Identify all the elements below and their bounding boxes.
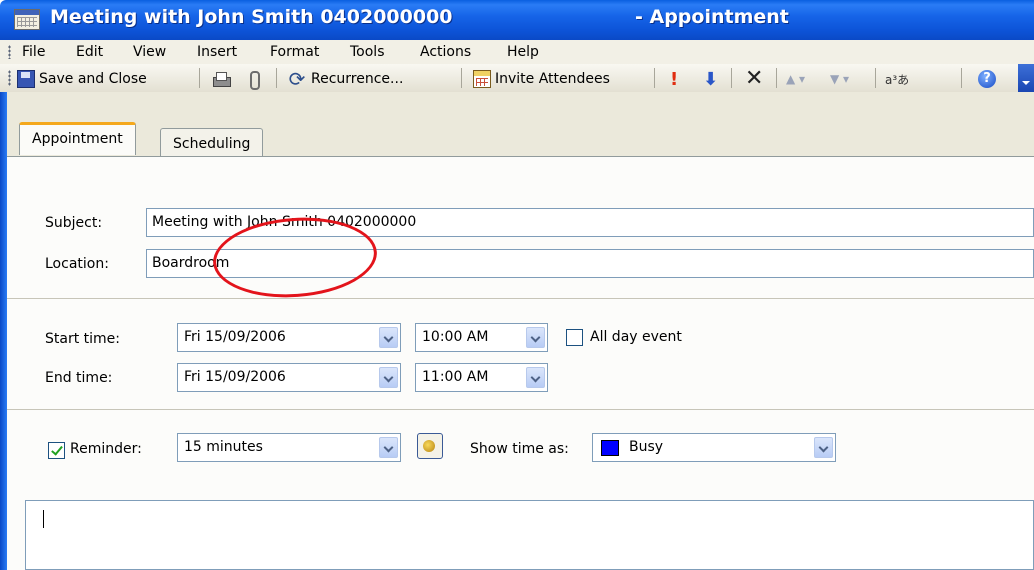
menu-insert[interactable]: Insert [197,44,237,60]
toolbar-separator [731,68,732,88]
title-bar[interactable]: Meeting with John Smith 0402000000 - App… [0,0,1034,40]
toolbar-separator [461,68,462,88]
tab-appointment[interactable]: Appointment [19,122,136,155]
printer-icon [211,70,231,88]
invite-attendees-button[interactable]: Invite Attendees [473,68,610,90]
location-input[interactable]: Boardroom [146,249,1034,278]
help-button[interactable]: ? [978,68,996,90]
menu-view[interactable]: View [133,44,166,60]
menu-actions[interactable]: Actions [420,44,471,60]
menu-grip[interactable] [8,45,11,59]
save-icon [17,70,35,88]
down-arrow-icon: ▼ ▾ [830,72,850,86]
chevron-down-icon[interactable] [379,367,398,388]
start-time-value: 10:00 AM [422,329,489,345]
window-title: Meeting with John Smith 0402000000 [50,6,453,28]
menu-tools[interactable]: Tools [350,44,385,60]
importance-high-button[interactable]: ! [670,68,680,90]
location-label: Location: [45,256,109,272]
reminder-label[interactable]: Reminder: [70,441,142,457]
toolbar-grip[interactable] [8,70,11,86]
subject-label: Subject: [45,215,103,231]
notes-body-textarea[interactable] [25,500,1034,570]
previous-item-button[interactable]: ▲ ▾ [786,68,805,90]
toolbar-separator [776,68,777,88]
start-time-select[interactable]: 10:00 AM [415,323,548,352]
show-time-as-value: Busy [629,439,664,455]
start-time-label: Start time: [45,331,120,347]
next-item-button[interactable]: ▼ ▾ [830,68,849,90]
show-time-as-select[interactable]: Busy [592,433,836,462]
save-close-label: Save and Close [39,71,147,87]
text-cursor [43,510,44,528]
tab-scheduling[interactable]: Scheduling [160,128,264,158]
all-day-checkbox[interactable] [566,329,583,346]
reminder-sound-button[interactable] [417,433,443,459]
delete-button[interactable]: ✕ [745,68,763,90]
toolbar-options-button[interactable] [1018,64,1034,92]
end-date-select[interactable]: Fri 15/09/2006 [177,363,401,392]
window-title-suffix: - Appointment [635,6,789,28]
busy-color-swatch [601,440,619,456]
print-button[interactable] [211,68,235,90]
toolbar-separator [875,68,876,88]
exclamation-icon: ! [670,68,679,90]
toolbar-separator [961,68,962,88]
translate-button[interactable]: a³あ [885,68,909,90]
translate-icon: a³あ [885,72,910,87]
subject-input[interactable]: Meeting with John Smith 0402000000 [146,208,1034,237]
menu-help[interactable]: Help [507,44,539,60]
end-time-select[interactable]: 11:00 AM [415,363,548,392]
divider [7,298,1034,299]
reminder-value: 15 minutes [184,439,263,455]
chevron-down-icon[interactable] [526,327,545,348]
paperclip-icon [245,70,263,90]
recurrence-icon: ⟳ [288,67,306,91]
reminder-select[interactable]: 15 minutes [177,433,401,462]
up-arrow-icon: ▲ ▾ [786,72,806,86]
start-date-value: Fri 15/09/2006 [184,329,286,345]
arrow-down-icon: ⬇ [703,68,719,90]
chevron-down-icon[interactable] [379,327,398,348]
menu-format[interactable]: Format [270,44,319,60]
toolbar-separator [276,68,277,88]
window-frame [0,92,7,570]
attach-button[interactable] [245,68,267,90]
menu-file[interactable]: File [22,44,45,60]
start-date-select[interactable]: Fri 15/09/2006 [177,323,401,352]
calendar-icon [14,9,40,30]
toolbar-separator [199,68,200,88]
end-time-value: 11:00 AM [422,369,489,385]
end-date-value: Fri 15/09/2006 [184,369,286,385]
recurrence-button[interactable]: ⟳ Recurrence... [287,67,404,91]
chevron-down-icon[interactable] [526,367,545,388]
all-day-label[interactable]: All day event [590,329,682,345]
menu-edit[interactable]: Edit [76,44,103,60]
invite-attendees-label: Invite Attendees [495,71,610,87]
toolbar-separator [654,68,655,88]
chevron-down-icon[interactable] [379,437,398,458]
chevron-down-icon[interactable] [814,437,833,458]
show-time-as-label: Show time as: [470,441,569,457]
save-close-button[interactable]: Save and Close [17,68,147,90]
standard-toolbar: Save and Close ⟳ Recurrence... Invite At… [0,64,1034,92]
divider [7,409,1034,410]
reminder-checkbox[interactable] [48,442,65,459]
help-icon: ? [978,70,996,88]
importance-low-button[interactable]: ⬇ [703,68,719,90]
end-time-label: End time: [45,370,113,386]
delete-x-icon: ✕ [745,66,764,91]
invite-attendees-icon [473,70,491,88]
recurrence-label: Recurrence... [311,71,404,87]
